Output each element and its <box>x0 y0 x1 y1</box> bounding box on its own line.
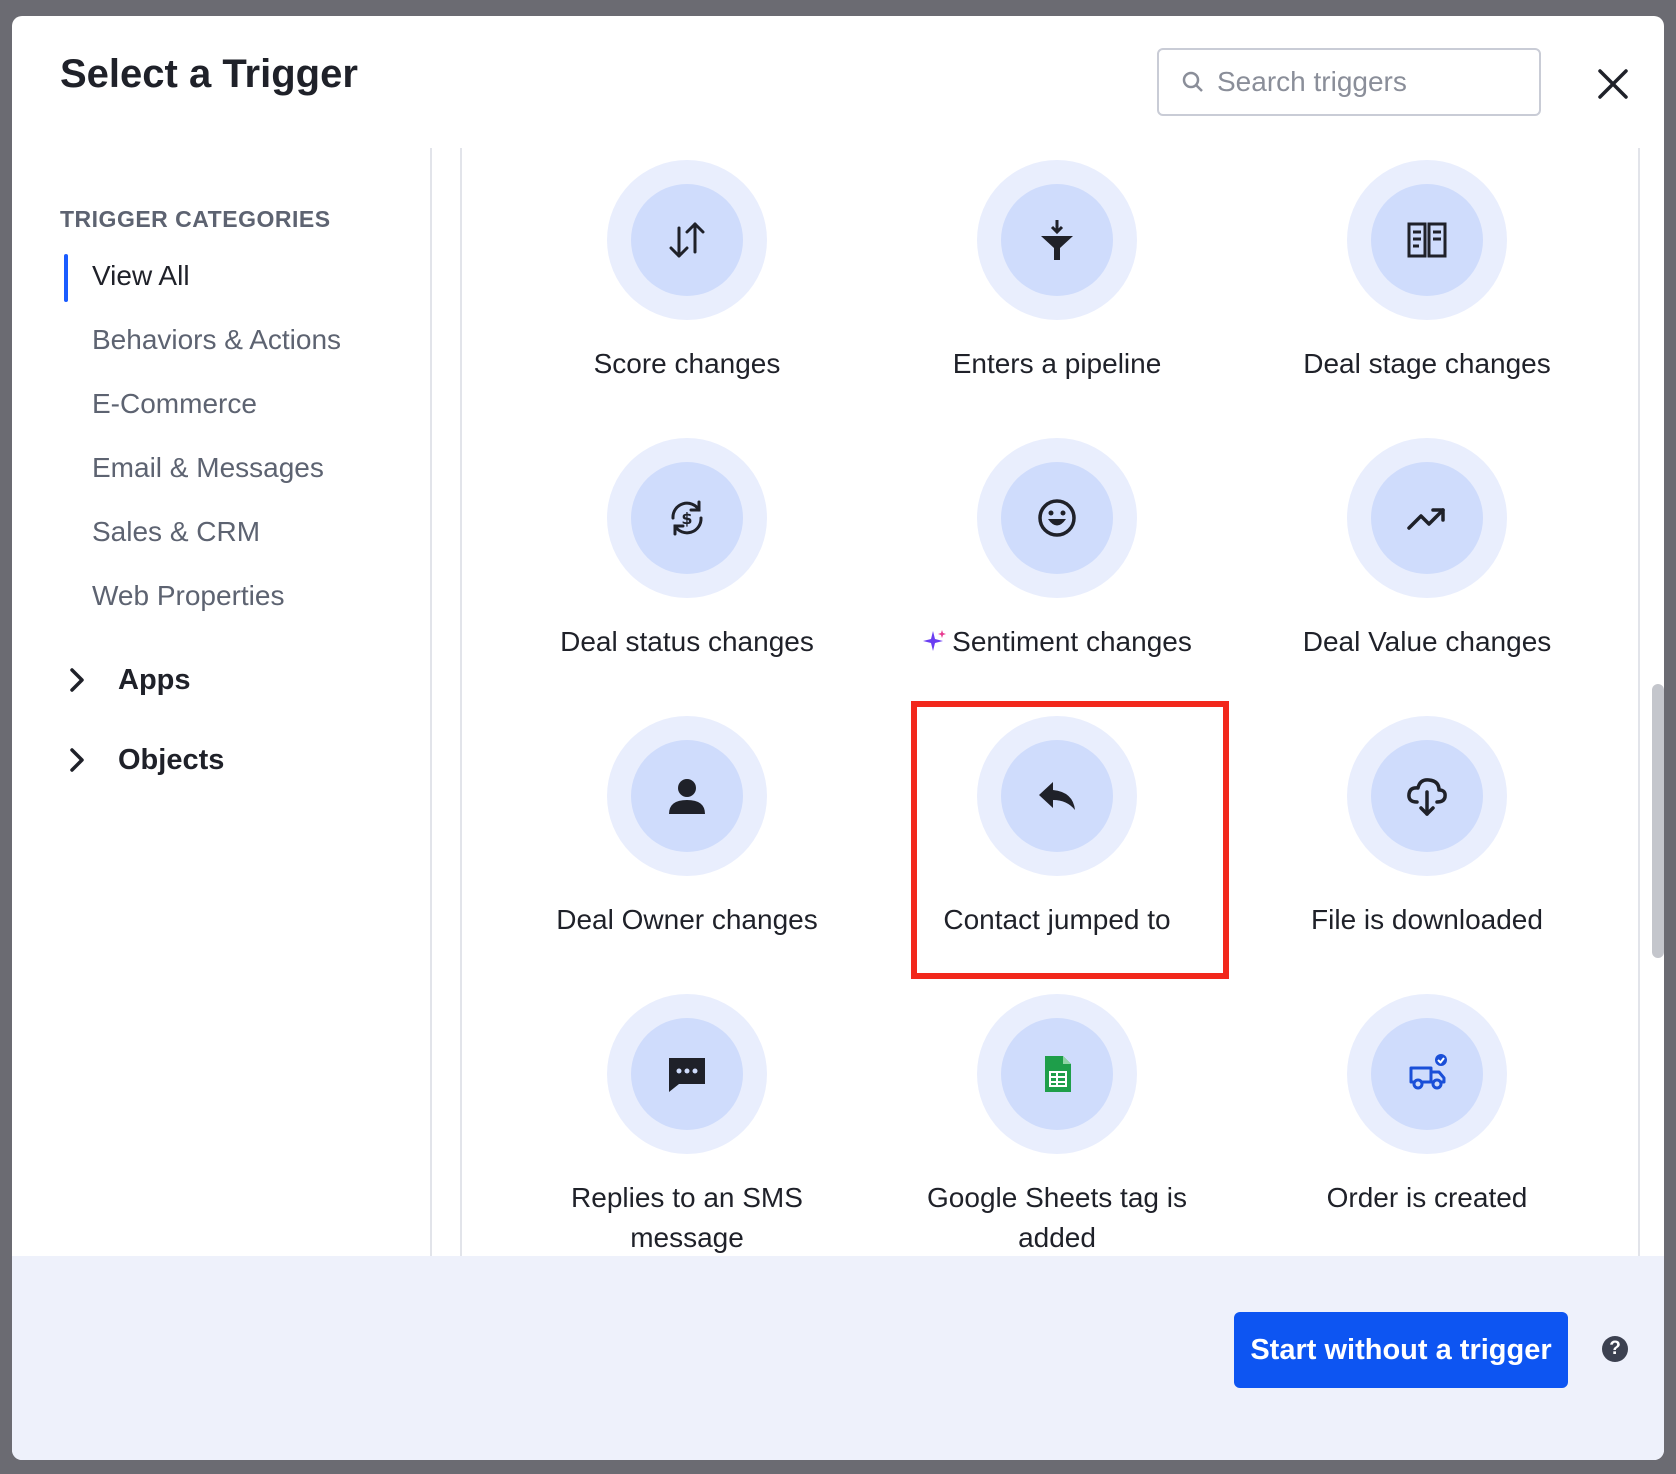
icon-outer-circle <box>607 716 767 876</box>
trigger-label: Sentiment changes <box>907 622 1207 662</box>
scrollbar-thumb[interactable] <box>1652 684 1664 958</box>
category-label: Web Properties <box>92 580 285 611</box>
search-icon <box>1182 71 1203 92</box>
group-label: Apps <box>118 663 191 696</box>
dollar-cycle-icon: $ <box>671 500 703 536</box>
chevron-right-icon <box>68 747 98 773</box>
trigger-google-sheets-tag[interactable]: Google Sheets tag is added <box>872 994 1242 1268</box>
icon-outer-circle <box>977 160 1137 320</box>
icon-outer-circle <box>977 994 1137 1154</box>
trigger-label: File is downloaded <box>1311 904 1543 935</box>
category-view-all[interactable]: View All <box>12 244 432 308</box>
trigger-contact-jumped-to[interactable]: Contact jumped to <box>872 716 1242 994</box>
modal-title: Select a Trigger <box>60 52 358 96</box>
category-web-properties[interactable]: Web Properties <box>12 564 432 628</box>
icon-inner-circle <box>1001 1018 1113 1130</box>
icon-outer-circle <box>977 438 1137 598</box>
chat-bubble-icon <box>669 1058 705 1092</box>
category-email-messages[interactable]: Email & Messages <box>12 436 432 500</box>
category-e-commerce[interactable]: E-Commerce <box>12 372 432 436</box>
icon-inner-circle <box>1001 462 1113 574</box>
start-without-trigger-button[interactable]: Start without a trigger <box>1234 1312 1568 1388</box>
trigger-file-is-downloaded[interactable]: File is downloaded <box>1242 716 1612 994</box>
close-button[interactable] <box>1587 58 1639 110</box>
kanban-columns-icon <box>1407 222 1447 258</box>
arrows-up-down-icon <box>669 222 705 258</box>
svg-text:$: $ <box>681 509 692 528</box>
trigger-score-changes[interactable]: Score changes <box>502 160 872 438</box>
trigger-sentiment-changes[interactable]: Sentiment changes <box>872 438 1242 716</box>
modal-footer: Start without a trigger ? <box>12 1256 1664 1460</box>
trigger-label: Enters a pipeline <box>952 348 1162 379</box>
category-sales-crm[interactable]: Sales & CRM <box>12 500 432 564</box>
funnel-icon <box>1041 220 1073 260</box>
trigger-deal-status-changes[interactable]: $ Deal status changes <box>502 438 872 716</box>
trigger-enters-pipeline[interactable]: Enters a pipeline <box>872 160 1242 438</box>
reply-arrow-icon <box>1039 782 1075 810</box>
chevron-right-icon <box>68 667 98 693</box>
help-icon[interactable]: ? <box>1602 1336 1628 1362</box>
category-label: View All <box>92 260 190 291</box>
group-label: Objects <box>118 743 225 776</box>
categories-heading: TRIGGER CATEGORIES <box>60 206 331 232</box>
icon-inner-circle <box>1371 184 1483 296</box>
icon-inner-circle <box>1371 1018 1483 1130</box>
trigger-label: Deal Value changes <box>1302 626 1552 657</box>
icon-inner-circle <box>631 184 743 296</box>
trigger-label: Deal Owner changes <box>556 904 818 935</box>
icon-inner-circle <box>1371 740 1483 852</box>
icon-outer-circle <box>607 994 767 1154</box>
person-icon <box>669 779 705 814</box>
icon-outer-circle <box>1347 438 1507 598</box>
icon-outer-circle <box>1347 716 1507 876</box>
google-sheets-icon <box>1045 1056 1071 1092</box>
category-sidebar: TRIGGER CATEGORIES View All Behaviors & … <box>12 148 432 1268</box>
trigger-grid-area: Score changes Enters a pipeline Deal sta… <box>460 148 1640 1268</box>
search-placeholder: Search triggers <box>1217 66 1407 97</box>
group-apps[interactable]: Apps <box>12 640 432 720</box>
sparkle-icon <box>923 630 947 651</box>
category-label: Email & Messages <box>92 452 324 483</box>
icon-outer-circle: $ <box>607 438 767 598</box>
modal-header: Select a Trigger Search triggers <box>12 16 1664 148</box>
trigger-label: Order is created <box>1326 1182 1528 1213</box>
close-icon <box>1598 69 1628 99</box>
trigger-order-is-created[interactable]: Order is created <box>1242 994 1612 1268</box>
trigger-label: Replies to an SMS message <box>571 1182 803 1253</box>
cloud-download-icon <box>1407 778 1447 816</box>
trigger-label: Contact jumped to <box>943 904 1171 935</box>
trigger-label: Score changes <box>593 348 781 379</box>
group-objects[interactable]: Objects <box>12 720 432 800</box>
category-label: Behaviors & Actions <box>92 324 342 355</box>
trigger-deal-stage-changes[interactable]: Deal stage changes <box>1242 160 1612 438</box>
category-label: Sales & CRM <box>92 516 261 547</box>
trigger-replies-sms[interactable]: Replies to an SMS message <box>502 994 872 1268</box>
trigger-label: Deal stage changes <box>1303 348 1551 379</box>
category-label: E-Commerce <box>92 388 257 419</box>
icon-inner-circle <box>1001 184 1113 296</box>
trigger-deal-value-changes[interactable]: Deal Value changes <box>1242 438 1612 716</box>
icon-inner-circle <box>1371 462 1483 574</box>
icon-outer-circle <box>1347 994 1507 1154</box>
trending-up-icon <box>1407 508 1445 530</box>
trigger-label: Google Sheets tag is added <box>927 1182 1187 1253</box>
search-input[interactable]: Search triggers <box>1157 48 1541 116</box>
trigger-label-text: Sentiment changes <box>952 626 1192 657</box>
category-behaviors-actions[interactable]: Behaviors & Actions <box>12 308 432 372</box>
smiley-face-icon <box>1038 499 1076 537</box>
icon-outer-circle <box>1347 160 1507 320</box>
trigger-modal: Select a Trigger Search triggers TRIGGER… <box>12 16 1664 1460</box>
icon-inner-circle <box>631 1018 743 1130</box>
trigger-deal-owner-changes[interactable]: Deal Owner changes <box>502 716 872 994</box>
icon-inner-circle <box>1001 740 1113 852</box>
delivery-truck-icon <box>1409 1054 1447 1090</box>
category-list: View All Behaviors & Actions E-Commerce … <box>12 244 432 800</box>
icon-inner-circle: $ <box>631 462 743 574</box>
icon-inner-circle <box>631 740 743 852</box>
trigger-label: Deal status changes <box>560 626 814 657</box>
icon-outer-circle <box>977 716 1137 876</box>
trigger-grid: Score changes Enters a pipeline Deal sta… <box>462 160 1638 1268</box>
icon-outer-circle <box>607 160 767 320</box>
